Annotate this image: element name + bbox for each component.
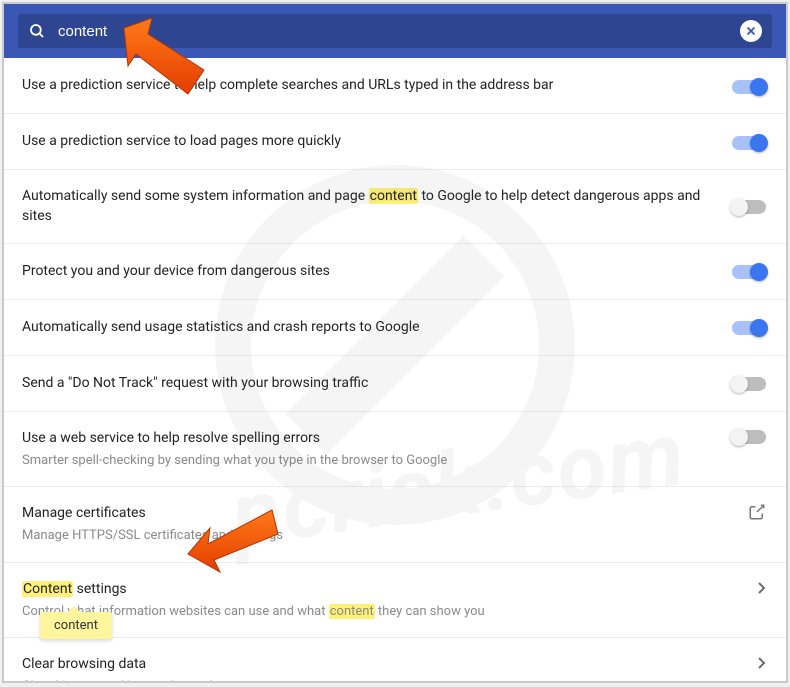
row-title: Use a web service to help resolve spelli…	[22, 428, 720, 448]
row-subtitle: Clear history, cookies, cache, and more	[22, 678, 746, 681]
row-title: Manage certificates	[22, 503, 736, 523]
settings-row[interactable]: Content settings Control what information…	[4, 563, 786, 638]
settings-row: Send a "Do Not Track" request with your …	[4, 356, 786, 412]
settings-row: Automatically send usage statistics and …	[4, 300, 786, 356]
chevron-right-icon	[758, 579, 766, 598]
toggle-switch[interactable]	[732, 136, 766, 150]
settings-row[interactable]: Manage certificates Manage HTTPS/SSL cert…	[4, 487, 786, 562]
row-subtitle: Smarter spell-checking by sending what y…	[22, 452, 720, 470]
external-link-icon	[748, 503, 766, 525]
settings-list: Use a prediction service to help complet…	[4, 58, 786, 681]
row-title: Content settings	[22, 579, 746, 599]
toggle-switch[interactable]	[732, 430, 766, 444]
search-field-container[interactable]	[18, 14, 772, 48]
toggle-switch[interactable]	[732, 377, 766, 391]
toggle-switch[interactable]	[732, 80, 766, 94]
settings-row: Automatically send some system informati…	[4, 170, 786, 244]
row-title: Use a prediction service to help complet…	[22, 75, 720, 95]
settings-row: Use a prediction service to load pages m…	[4, 114, 786, 170]
toggle-switch[interactable]	[732, 200, 766, 214]
toggle-switch[interactable]	[732, 265, 766, 279]
row-subtitle: Manage HTTPS/SSL certificates and settin…	[22, 527, 736, 545]
clear-search-button[interactable]	[740, 20, 762, 42]
search-icon	[28, 22, 46, 40]
row-title: Use a prediction service to load pages m…	[22, 131, 720, 151]
row-title: Automatically send some system informati…	[22, 186, 720, 227]
search-bar	[4, 4, 786, 58]
row-title: Protect you and your device from dangero…	[22, 261, 720, 281]
row-title: Automatically send usage statistics and …	[22, 317, 720, 337]
search-tooltip: content	[40, 612, 112, 639]
search-input[interactable]	[58, 23, 740, 40]
toggle-switch[interactable]	[732, 321, 766, 335]
settings-row: Use a prediction service to help complet…	[4, 58, 786, 114]
row-title: Send a "Do Not Track" request with your …	[22, 373, 720, 393]
row-subtitle: Control what information websites can us…	[22, 603, 746, 621]
settings-row[interactable]: Clear browsing data Clear history, cookie…	[4, 638, 786, 681]
chevron-right-icon	[758, 654, 766, 673]
settings-row: Use a web service to help resolve spelli…	[4, 412, 786, 487]
settings-row: Protect you and your device from dangero…	[4, 244, 786, 300]
row-title: Clear browsing data	[22, 654, 746, 674]
